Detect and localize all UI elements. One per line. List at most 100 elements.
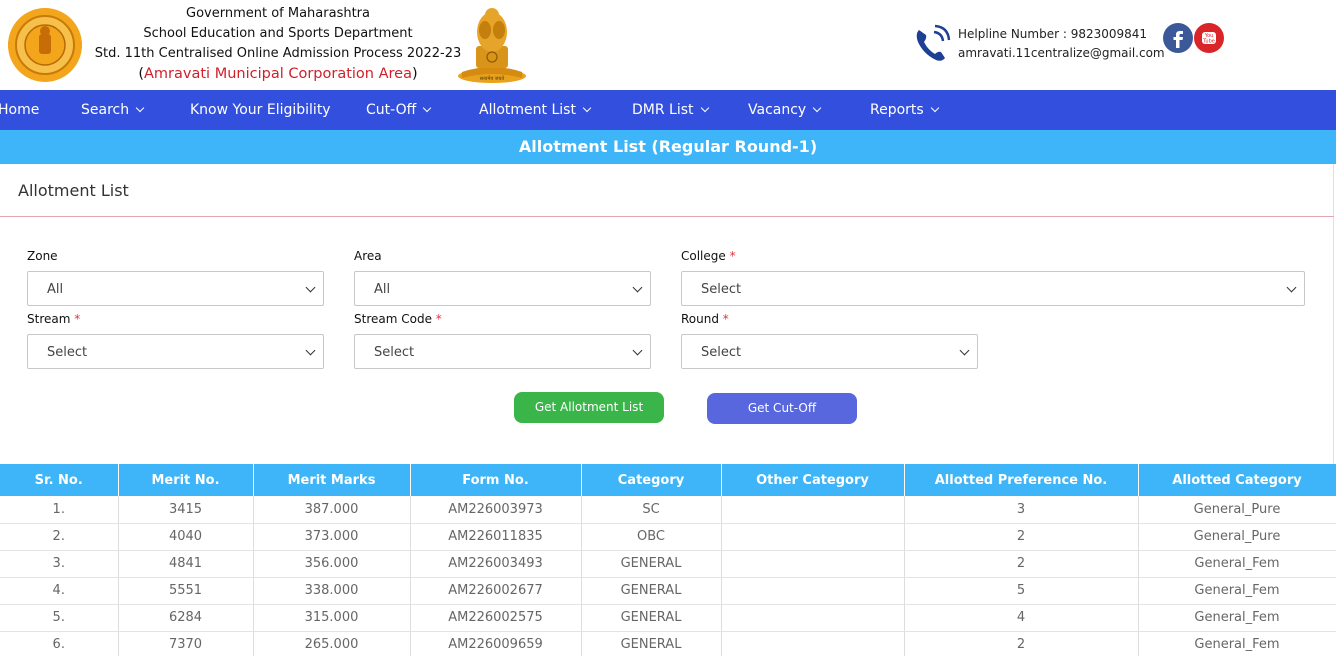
- table-cell: [721, 577, 905, 605]
- ashoka-emblem-icon: सत्यमेव जयते: [458, 8, 526, 83]
- nav-item-dmr-list[interactable]: DMR List: [632, 90, 709, 130]
- nav-label: Search: [81, 102, 130, 118]
- youtube-icon[interactable]: You Tube: [1194, 23, 1224, 53]
- table-cell: 5: [904, 577, 1139, 605]
- emblem-motto: सत्यमेव जयते: [480, 75, 505, 82]
- table-cell: 4841: [118, 550, 254, 578]
- chevron-down-icon: [423, 103, 432, 113]
- table-cell: General_Fem: [1138, 577, 1336, 605]
- nav-label: DMR List: [632, 102, 694, 118]
- nav-item-reports[interactable]: Reports: [870, 90, 939, 130]
- column-header-form-no[interactable]: Form No.: [410, 464, 582, 496]
- chevron-down-icon: [135, 103, 145, 113]
- header-line-department: School Education and Sports Department: [143, 26, 413, 41]
- table-cell: 4: [904, 604, 1139, 632]
- table-cell: GENERAL: [581, 577, 722, 605]
- chevron-down-icon: [305, 345, 316, 356]
- table-cell: GENERAL: [581, 604, 722, 632]
- table-cell: 3: [904, 496, 1139, 524]
- stream-code-label: Stream Code *: [354, 312, 442, 326]
- column-header-merit-marks[interactable]: Merit Marks: [253, 464, 411, 496]
- table-row: 5. 6284 315.000 AM226002575 GENERAL 4 Ge…: [0, 604, 1336, 632]
- column-header-allotted-category[interactable]: Allotted Category: [1138, 464, 1336, 496]
- chevron-down-icon: [632, 345, 643, 356]
- required-marker: *: [435, 312, 442, 326]
- column-header-sr-no[interactable]: Sr. No.: [0, 464, 119, 496]
- table-cell: [721, 604, 905, 632]
- stream-label-text: Stream: [27, 312, 71, 326]
- header-area-name: Amravati Municipal Corporation Area: [144, 66, 412, 82]
- divider: [0, 216, 1334, 217]
- college-label-text: College: [681, 249, 726, 263]
- table-cell: 338.000: [253, 577, 411, 605]
- table-cell: 5551: [118, 577, 254, 605]
- table-cell: 356.000: [253, 550, 411, 578]
- table-cell: 2: [904, 631, 1139, 656]
- nav-item-home[interactable]: Home: [0, 90, 39, 130]
- table-cell: [721, 550, 905, 578]
- area-select-value: All: [374, 282, 391, 297]
- column-header-category[interactable]: Category: [581, 464, 722, 496]
- column-header-other-category[interactable]: Other Category: [721, 464, 905, 496]
- chevron-down-icon: [632, 282, 643, 293]
- header-title-block: Government of Maharashtra School Educati…: [90, 4, 466, 84]
- table-cell: 315.000: [253, 604, 411, 632]
- area-select[interactable]: All: [354, 271, 651, 306]
- round-label: Round *: [681, 312, 729, 326]
- nav-item-allotment-list[interactable]: Allotment List: [479, 90, 592, 130]
- table-cell: GENERAL: [581, 550, 722, 578]
- table-cell: AM226002575: [410, 604, 582, 632]
- table-cell: [721, 523, 905, 551]
- column-header-allotted-preference-no[interactable]: Allotted Preference No.: [904, 464, 1139, 496]
- chevron-down-icon: [812, 103, 822, 113]
- nav-label: Home: [0, 102, 40, 118]
- stream-code-select[interactable]: Select: [354, 334, 651, 369]
- nav-item-vacancy[interactable]: Vacancy: [748, 90, 822, 130]
- zone-label: Zone: [27, 249, 58, 263]
- get-allotment-list-button[interactable]: Get Allotment List: [514, 392, 664, 423]
- table-cell: GENERAL: [581, 631, 722, 656]
- required-marker: *: [722, 312, 729, 326]
- site-header: Government of Maharashtra School Educati…: [0, 0, 1336, 90]
- chevron-down-icon: [582, 103, 592, 113]
- svg-text:Tube: Tube: [1202, 39, 1215, 45]
- table-cell: 2: [904, 523, 1139, 551]
- table-cell: 5.: [0, 604, 119, 632]
- table-cell: 6284: [118, 604, 254, 632]
- allotment-table: Sr. No. Merit No. Merit Marks Form No. C…: [0, 464, 1336, 656]
- nav-label: Reports: [870, 102, 924, 118]
- table-cell: 2.: [0, 523, 119, 551]
- nav-item-know-your-eligibility[interactable]: Know Your Eligibility: [190, 90, 331, 130]
- get-cut-off-button[interactable]: Get Cut-Off: [707, 393, 857, 424]
- chevron-down-icon: [1286, 282, 1297, 293]
- stream-select-value: Select: [47, 345, 88, 360]
- nav-item-cut-off[interactable]: Cut-Off: [366, 90, 432, 130]
- column-header-merit-no[interactable]: Merit No.: [118, 464, 254, 496]
- facebook-icon[interactable]: [1163, 23, 1193, 53]
- table-cell: General_Fem: [1138, 550, 1336, 578]
- table-row: 2. 4040 373.000 AM226011835 OBC 2 Genera…: [0, 523, 1336, 551]
- table-cell: [721, 631, 905, 656]
- table-body: 1. 3415 387.000 AM226003973 SC 3 General…: [0, 496, 1336, 656]
- chevron-down-icon: [700, 103, 709, 113]
- table-row: 6. 7370 265.000 AM226009659 GENERAL 2 Ge…: [0, 631, 1336, 656]
- table-cell: General_Fem: [1138, 604, 1336, 632]
- page-title-banner: Allotment List (Regular Round-1): [0, 130, 1336, 164]
- table-row: 4. 5551 338.000 AM226002677 GENERAL 5 Ge…: [0, 577, 1336, 605]
- round-select[interactable]: Select: [681, 334, 978, 369]
- nav-label: Allotment List: [479, 102, 576, 118]
- college-select[interactable]: Select: [681, 271, 1305, 306]
- stream-code-select-value: Select: [374, 345, 415, 360]
- header-area-paren-close: ): [411, 66, 418, 82]
- zone-select[interactable]: All: [27, 271, 324, 306]
- required-marker: *: [74, 312, 81, 326]
- table-cell: 3415: [118, 496, 254, 524]
- nav-item-search[interactable]: Search: [81, 90, 145, 130]
- table-cell: AM226003493: [410, 550, 582, 578]
- stream-code-label-text: Stream Code: [354, 312, 432, 326]
- table-cell: 387.000: [253, 496, 411, 524]
- table-header: Sr. No. Merit No. Merit Marks Form No. C…: [0, 464, 1336, 496]
- helpline-email[interactable]: amravati.11centralize@gmail.com: [958, 44, 1165, 63]
- stream-select[interactable]: Select: [27, 334, 324, 369]
- round-label-text: Round: [681, 312, 719, 326]
